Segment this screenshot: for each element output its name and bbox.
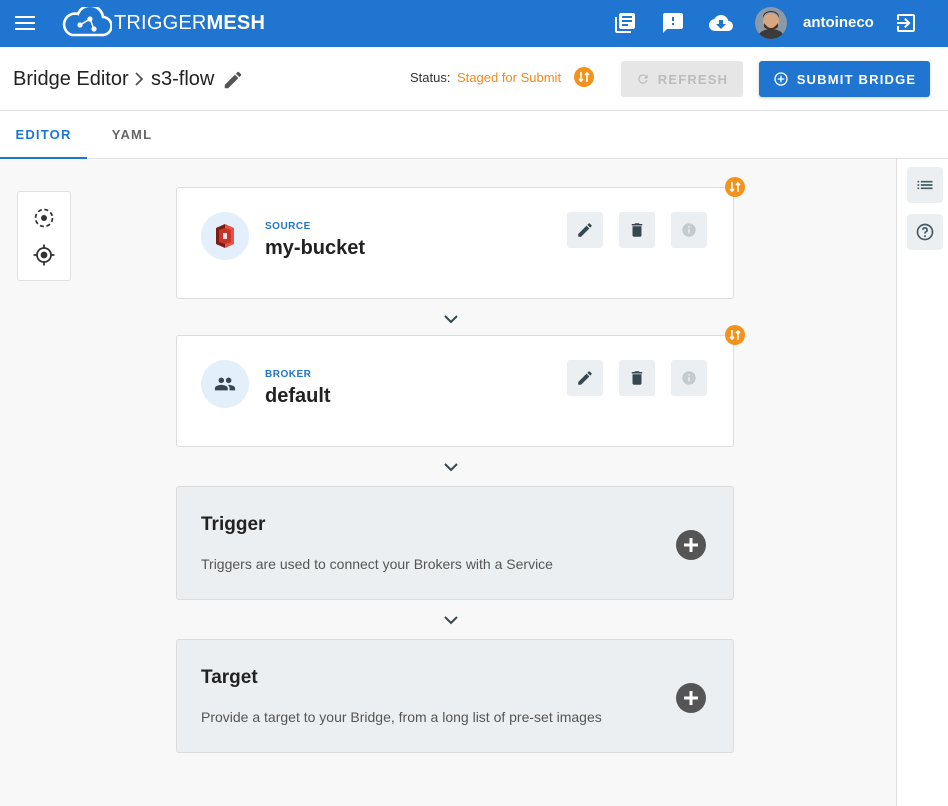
add-trigger-icon[interactable] — [675, 529, 707, 561]
info-icon — [682, 371, 696, 385]
breadcrumb-root[interactable]: Bridge Editor — [13, 68, 129, 91]
center-focus-icon[interactable] — [33, 207, 55, 229]
broker-card[interactable]: BROKER default — [176, 335, 734, 447]
list-button[interactable] — [907, 167, 943, 203]
submit-bridge-button[interactable]: SUBMIT BRIDGE — [759, 61, 930, 97]
refresh-icon — [638, 74, 648, 84]
avatar[interactable] — [755, 7, 787, 39]
chevron-down-icon — [444, 315, 458, 324]
app-bar: TRIGGERMESH antoineco — [0, 0, 948, 47]
status-label: Status: — [410, 70, 451, 85]
component-name: my-bucket — [265, 237, 366, 259]
submit-label: SUBMIT BRIDGE — [796, 71, 917, 87]
sync-status-icon — [574, 67, 594, 87]
help-icon — [916, 223, 934, 241]
refresh-button[interactable]: REFRESH — [621, 61, 743, 97]
pencil-icon[interactable] — [222, 69, 244, 91]
brand-name: TRIGGERMESH — [114, 12, 266, 34]
canvas-tools — [17, 191, 71, 281]
placeholder-title: Target — [201, 667, 258, 688]
cloud-download-icon[interactable] — [709, 11, 733, 35]
logout-icon[interactable] — [894, 11, 918, 35]
trash-icon — [631, 223, 643, 237]
right-rail — [896, 159, 948, 806]
menu-icon[interactable] — [14, 13, 36, 33]
sync-status-icon — [725, 177, 745, 197]
library-icon[interactable] — [613, 11, 637, 35]
status-value: Staged for Submit — [457, 70, 562, 85]
help-button[interactable] — [907, 214, 943, 250]
username[interactable]: antoineco — [803, 14, 874, 31]
list-icon — [917, 180, 933, 190]
refresh-label: REFRESH — [657, 71, 729, 87]
triggermesh-logo-icon — [62, 7, 112, 37]
component-kind: BROKER — [265, 369, 312, 380]
chevron-down-icon — [444, 463, 458, 472]
pencil-icon — [578, 371, 592, 385]
add-target-icon[interactable] — [675, 682, 707, 714]
editor-header: Bridge Editor s3-flow Status: Staged for… — [0, 47, 948, 111]
source-card[interactable]: SOURCE my-bucket — [176, 187, 734, 299]
delete-button[interactable] — [619, 212, 655, 248]
chevron-right-icon — [135, 72, 144, 86]
source-icon-circle — [201, 212, 249, 260]
tab-editor[interactable]: EDITOR — [0, 111, 87, 159]
tab-yaml[interactable]: YAML — [87, 111, 177, 158]
sync-status-icon — [725, 325, 745, 345]
tab-bar: EDITOR YAML — [0, 111, 948, 159]
placeholder-title: Trigger — [201, 514, 266, 535]
locate-icon[interactable] — [33, 244, 55, 266]
info-button[interactable] — [671, 360, 707, 396]
chevron-down-icon — [444, 616, 458, 625]
info-icon — [682, 223, 696, 237]
edit-button[interactable] — [567, 360, 603, 396]
broker-icon-circle — [201, 360, 249, 408]
group-icon — [214, 377, 236, 391]
feedback-icon[interactable] — [661, 11, 685, 35]
breadcrumb-leaf: s3-flow — [151, 68, 215, 90]
placeholder-description: Provide a target to your Bridge, from a … — [201, 709, 602, 725]
edit-button[interactable] — [567, 212, 603, 248]
component-kind: SOURCE — [265, 221, 311, 232]
placeholder-description: Triggers are used to connect your Broker… — [201, 556, 553, 572]
aws-s3-icon — [216, 224, 234, 248]
delete-button[interactable] — [619, 360, 655, 396]
component-name: default — [265, 385, 331, 407]
add-circle-outline-icon — [774, 72, 788, 86]
target-placeholder: Target Provide a target to your Bridge, … — [176, 639, 734, 753]
trash-icon — [631, 371, 643, 385]
info-button[interactable] — [671, 212, 707, 248]
pencil-icon — [578, 223, 592, 237]
trigger-placeholder: Trigger Triggers are used to connect you… — [176, 486, 734, 600]
